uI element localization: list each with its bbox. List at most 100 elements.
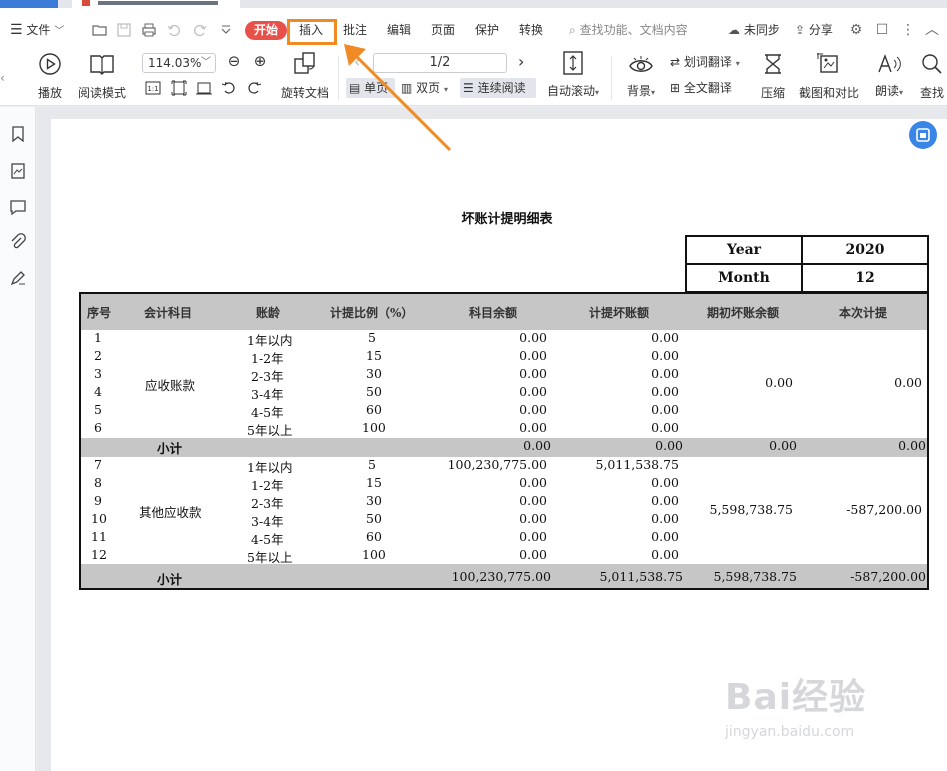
fit-width-icon[interactable] [196,80,212,96]
zoom-select[interactable]: 114.03% ﹀ [142,53,216,73]
tab-home[interactable]: 开始 [245,21,287,40]
document-tab-title [98,1,218,5]
find-button[interactable]: 查找 [917,50,947,106]
tab-edit[interactable]: 编辑 [387,20,411,40]
background-button[interactable]: 背景▾ [621,50,661,106]
comment-icon[interactable] [9,198,27,216]
table-header-row: 序号 会计科目 账龄 计提比例（%） 科目余额 计提坏账额 期初坏账余额 本次计… [81,294,927,330]
print-icon[interactable] [141,22,157,38]
cell-balance: 0.00 [519,330,547,345]
cell-rate: 60 [366,529,382,544]
customize-quick-access-icon[interactable] [218,22,234,38]
pdf-icon [82,0,90,6]
next-page-icon[interactable]: › [518,52,524,72]
cell-serial: 3 [94,366,102,381]
compress-icon [765,54,781,74]
screenshot-compare-button[interactable]: 截图和对比 [797,50,861,106]
bookmark-icon[interactable] [9,125,27,143]
magnifier-icon [922,54,942,74]
tab-insert[interactable]: 插入 [299,20,323,40]
more-options-icon[interactable]: ⋮ [900,22,916,38]
watermark-brand: Bai经验 [725,677,867,718]
redo-icon[interactable] [192,22,208,38]
signature-icon[interactable] [9,269,27,287]
rotate-document-button[interactable]: 旋转文档 [278,50,332,106]
subtotal-label: 小计 [157,572,183,587]
zoom-out-icon[interactable]: ⊖ [226,53,242,69]
cell-rate: 30 [366,493,382,508]
cell-provision: 0.00 [651,330,679,345]
full-translate-icon: ⊞ [670,81,681,95]
watermark-url: jingyan.baidu.com [725,724,855,740]
tab-convert[interactable]: 转换 [519,20,543,40]
sync-button[interactable]: ☁ 未同步 [728,20,780,40]
cell-provision: 0.00 [651,511,679,526]
side-panel [0,107,36,771]
subtotal-current: 0.00 [898,438,926,453]
caret-down-icon: ▾ [651,88,656,97]
compress-button[interactable]: 压缩 [757,50,789,106]
cell-provision: 0.00 [651,384,679,399]
other-receivable-label: 其他应收款 [139,505,202,520]
tab-comment[interactable]: 批注 [343,20,367,40]
document-title: 坏账计提明细表 [461,212,553,227]
cell-balance: 0.00 [519,475,547,490]
rotate-left-icon[interactable] [221,80,237,96]
full-translate-label: 全文翻译 [683,81,732,95]
header-opening: 期初坏账余额 [707,306,780,320]
read-aloud-button[interactable]: 朗读▾ [869,50,909,106]
read-mode-label: 阅读模式 [77,86,126,100]
cell-serial: 8 [94,475,102,490]
cell-balance: 0.00 [519,348,547,363]
cell-provision: 0.00 [651,493,679,508]
cloud-icon: ☁ [728,23,740,37]
tab-page[interactable]: 页面 [431,20,455,40]
document-tab[interactable] [72,0,240,8]
play-button[interactable]: 播放 [32,50,68,106]
screenshot-compare-label: 截图和对比 [798,86,859,100]
auto-scroll-button[interactable]: 自动滚动▾ [543,50,603,106]
thumbnail-icon[interactable] [9,162,27,180]
fit-page-icon[interactable] [171,80,187,96]
feedback-icon[interactable]: ☐ [874,22,890,38]
screenshot-icon [817,53,838,73]
read-mode-button[interactable]: 阅读模式 [76,50,128,106]
section1-opening: 0.00 [765,375,793,390]
full-translate-button[interactable]: ⊞ 全文翻译 [670,78,732,98]
word-translate-button[interactable]: ⇄ 划词翻译 ▾ [670,52,740,72]
collapse-ribbon-icon[interactable]: ︿ [924,22,940,38]
year-month-table: Year 2020 Month 12 [685,235,929,293]
rotate-right-icon[interactable] [246,80,262,96]
cell-provision: 0.00 [651,529,679,544]
zoom-in-icon[interactable]: ⊕ [252,53,268,69]
share-button[interactable]: ⇪ 分享 [795,20,833,40]
year-label: Year [685,235,803,265]
subtotal-row: 小计 100,230,775.00 5,011,538.75 5,598,738… [81,564,927,588]
folder-open-icon[interactable] [92,22,108,38]
wps-pdf-window: ☰ 文件 ﹀ 开始 插入 批注 编辑 页面 保护 转换 ⌕ 查找功能、文档内容 … [0,0,947,771]
subtotal-label: 小计 [157,441,183,456]
actual-size-icon[interactable]: 1:1 [145,80,161,96]
file-menu-label: 文件 [26,23,51,37]
subtotal-provision: 5,011,538.75 [599,569,684,584]
cell-balance: 0.00 [519,420,547,435]
floating-tool-button[interactable] [909,121,937,149]
gear-icon[interactable]: ⚙ [848,22,864,38]
subtotal-provision: 0.00 [655,438,683,453]
month-value: 12 [801,263,929,293]
hamburger-icon: ☰ [10,22,23,38]
file-menu[interactable]: ☰ 文件 ﹀ [10,20,64,40]
save-icon[interactable] [116,22,132,38]
ribbon-toolbar: ‹ 播放 阅读模式 114.03% ﹀ ⊖ ⊕ 1:1 旋转文档 ‹ 1/2 ›… [0,50,947,106]
continuous-read-button[interactable]: ☰ 连续阅读 [460,78,536,98]
home-tab-strip[interactable] [0,0,58,8]
tab-protect[interactable]: 保护 [475,20,499,40]
scroll-left-icon[interactable]: ‹ [0,68,10,88]
compress-label: 压缩 [760,86,785,100]
undo-icon[interactable] [166,22,182,38]
cell-provision: 0.00 [651,348,679,363]
attachment-icon[interactable] [9,233,27,251]
search-box[interactable]: ⌕ 查找功能、文档内容 [569,20,688,40]
cell-aging: 3-4年 [251,387,284,402]
cell-aging: 4-5年 [251,405,284,420]
